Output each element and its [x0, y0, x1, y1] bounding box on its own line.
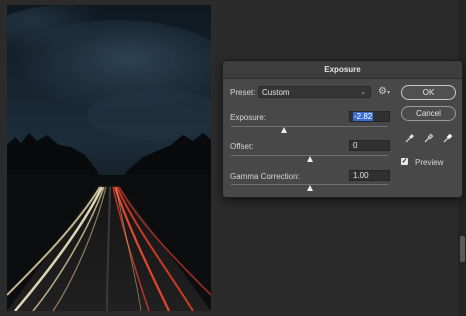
exposure-label: Exposure:: [230, 113, 267, 122]
gamma-correction-field[interactable]: 1.00: [349, 170, 390, 181]
exposure-slider-track[interactable]: [231, 126, 388, 127]
scrollbar-thumb[interactable]: [460, 236, 465, 262]
highway-photo-image: [7, 5, 211, 311]
offset-label: Offset:: [230, 142, 254, 151]
exposure-field[interactable]: -2.82: [349, 111, 390, 122]
preset-dropdown[interactable]: Custom ⌄: [258, 86, 371, 98]
dialog-title: Exposure: [223, 61, 462, 79]
caret-down-icon: ▾: [386, 90, 390, 96]
exposure-value: -2.82: [353, 112, 374, 121]
preview-label: Preview: [415, 158, 444, 167]
ok-button[interactable]: OK: [401, 85, 456, 100]
gear-icon[interactable]: ⚙▾: [378, 86, 390, 99]
offset-slider-thumb[interactable]: [306, 156, 313, 162]
gamma-slider-thumb[interactable]: [306, 185, 313, 191]
white-point-eyedropper-icon[interactable]: [443, 133, 453, 143]
chevron-down-icon: ⌄: [360, 89, 366, 96]
cancel-button[interactable]: Cancel: [401, 106, 456, 121]
gray-point-eyedropper-icon[interactable]: [424, 133, 434, 143]
gamma-correction-label: Gamma Correction:: [230, 172, 300, 181]
offset-field[interactable]: 0: [349, 140, 390, 151]
preset-value: Custom: [262, 88, 290, 97]
exposure-dialog: Exposure Preset: Custom ⌄ ⚙▾ Exposure: -…: [222, 60, 463, 198]
preview-checkbox[interactable]: ✓: [401, 158, 408, 165]
canvas-photo: [7, 5, 211, 311]
exposure-slider-thumb[interactable]: [281, 127, 288, 133]
black-point-eyedropper-icon[interactable]: [405, 133, 415, 143]
preset-label: Preset:: [230, 88, 256, 97]
